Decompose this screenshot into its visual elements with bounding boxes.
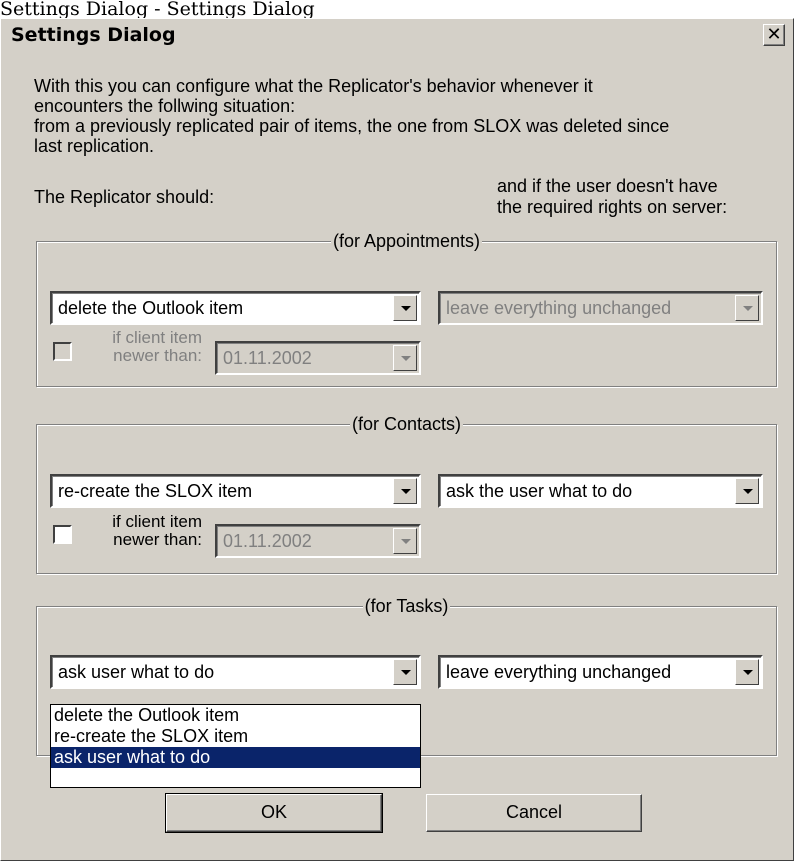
- contacts-newer-label-line-1: if client item: [112, 512, 202, 531]
- intro-line-3: from a previously replicated pair of ite…: [34, 116, 670, 136]
- appointments-action-value: delete the Outlook item: [58, 298, 244, 318]
- ok-button[interactable]: OK: [165, 793, 383, 833]
- appointments-newer-label-line-2: newer than:: [113, 346, 202, 365]
- appointments-no-rights-value: leave everything unchanged: [446, 298, 672, 318]
- chevron-down-icon[interactable]: [393, 295, 417, 321]
- chevron-down-icon: [735, 295, 759, 321]
- replicator-should-label: The Replicator should:: [34, 187, 215, 207]
- appointments-newer-checkbox: [53, 342, 72, 361]
- appointments-newer-label-line-1: if client item: [112, 328, 202, 347]
- close-button[interactable]: ✕: [763, 24, 785, 46]
- chevron-down-icon[interactable]: [735, 659, 759, 685]
- no-rights-label-line-1: and if the user doesn't have: [497, 176, 718, 196]
- chevron-down-icon: [393, 528, 417, 554]
- contacts-date-value: 01.11.2002: [223, 531, 312, 551]
- dialog-title: Settings Dialog: [11, 24, 176, 46]
- dropdown-option[interactable]: delete the Outlook item: [51, 705, 420, 726]
- intro-line-4: last replication.: [34, 136, 155, 156]
- intro-line-1: With this you can configure what the Rep…: [34, 76, 593, 96]
- tasks-action-select[interactable]: ask user what to do: [50, 655, 421, 689]
- page-caption: Settings Dialog - Settings Dialog: [0, 0, 315, 18]
- tasks-action-value: ask user what to do: [58, 662, 215, 682]
- contacts-newer-label: if client item newer than:: [77, 513, 202, 549]
- appointments-no-rights-select: leave everything unchanged: [438, 291, 763, 325]
- close-icon: ✕: [766, 24, 782, 45]
- contacts-no-rights-select[interactable]: ask the user what to do: [438, 474, 763, 508]
- contacts-action-select[interactable]: re-create the SLOX item: [50, 474, 421, 508]
- contacts-newer-label-line-2: newer than:: [113, 530, 202, 549]
- chevron-down-icon: [393, 345, 417, 371]
- tasks-no-rights-select[interactable]: leave everything unchanged: [438, 655, 763, 689]
- no-rights-label-line-2: the required rights on server:: [497, 197, 728, 217]
- contacts-no-rights-value: ask the user what to do: [446, 481, 633, 501]
- dropdown-option[interactable]: re-create the SLOX item: [51, 726, 420, 747]
- contacts-date-field: 01.11.2002: [215, 524, 421, 558]
- chevron-down-icon[interactable]: [393, 478, 417, 504]
- cancel-button[interactable]: Cancel: [426, 794, 642, 832]
- appointments-newer-label: if client item newer than:: [77, 329, 202, 365]
- appointments-group-label: (for Appointments): [330, 231, 483, 251]
- tasks-no-rights-value: leave everything unchanged: [446, 662, 672, 682]
- dropdown-option-selected[interactable]: ask user what to do: [51, 747, 420, 768]
- tasks-action-dropdown-list: delete the Outlook item re-create the SL…: [50, 704, 421, 788]
- settings-dialog: Settings Dialog ✕ With this you can conf…: [0, 18, 794, 861]
- appointments-date-field: 01.11.2002: [215, 341, 421, 375]
- contacts-group-label: (for Contacts): [349, 414, 464, 434]
- tasks-group-label: (for Tasks): [362, 596, 451, 616]
- appointments-action-select[interactable]: delete the Outlook item: [50, 291, 421, 325]
- contacts-newer-checkbox[interactable]: [53, 525, 72, 544]
- title-bar: Settings Dialog ✕: [3, 21, 791, 51]
- chevron-down-icon[interactable]: [393, 659, 417, 685]
- chevron-down-icon[interactable]: [735, 478, 759, 504]
- appointments-date-value: 01.11.2002: [223, 348, 312, 368]
- contacts-action-value: re-create the SLOX item: [58, 481, 253, 501]
- intro-line-2: encounters the follwing situation:: [34, 96, 296, 116]
